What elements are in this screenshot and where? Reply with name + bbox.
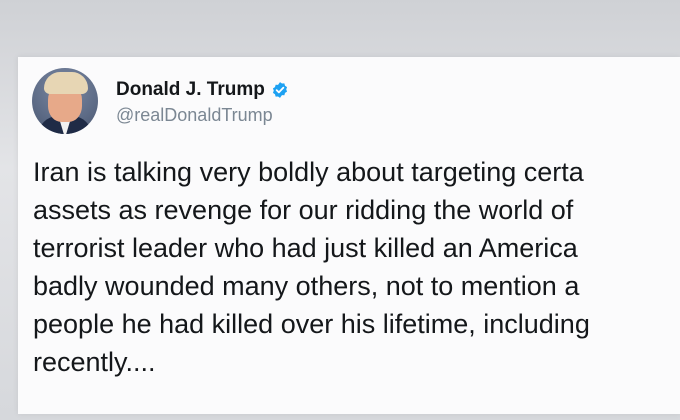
- tweet-text-line: Iran is talking very boldly about target…: [33, 157, 584, 187]
- user-handle[interactable]: @realDonaldTrump: [116, 105, 289, 126]
- tweet-text-line: badly wounded many others, not to mentio…: [33, 271, 580, 301]
- author-info: Donald J. Trump @realDonaldTrump: [116, 77, 289, 126]
- profile-avatar[interactable]: [32, 68, 98, 134]
- display-name-row: Donald J. Trump: [116, 77, 289, 103]
- tweet-text: Iran is talking very boldly about target…: [33, 153, 680, 381]
- tweet-text-line: terrorist leader who had just killed an …: [33, 233, 578, 263]
- display-name[interactable]: Donald J. Trump: [116, 79, 265, 101]
- tweet-header: Donald J. Trump @realDonaldTrump: [32, 65, 289, 137]
- tweet-text-line: people he had killed over his lifetime, …: [33, 309, 590, 339]
- verified-badge-icon: [271, 81, 289, 99]
- avatar-hair-shape: [44, 72, 88, 94]
- tweet-card: Donald J. Trump @realDonaldTrump Iran is…: [18, 57, 680, 414]
- tweet-text-line: assets as revenge for our ridding the wo…: [33, 195, 574, 225]
- tweet-text-line: recently....: [33, 347, 156, 377]
- verified-badge-svg: [272, 81, 287, 98]
